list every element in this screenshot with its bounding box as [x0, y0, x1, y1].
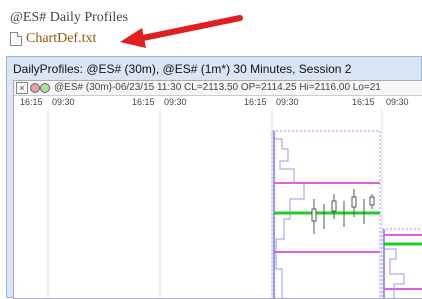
time-label: 16:15 — [352, 97, 375, 107]
green-dot-icon[interactable] — [40, 83, 50, 93]
status-bar: × @ES# (30m)-06/23/15 11:30 CL=2113.50 O… — [14, 81, 422, 96]
profile-plot — [47, 109, 422, 298]
red-arrow-icon — [120, 15, 243, 48]
time-label: 09:30 — [386, 97, 409, 107]
time-label: 16:15 — [20, 97, 43, 107]
window-title: DailyProfiles: @ES# (30m), @ES# (1m*) 30… — [13, 62, 352, 76]
time-label: 16:15 — [132, 97, 155, 107]
time-label: 16:15 — [244, 97, 267, 107]
time-label: 09:30 — [276, 97, 299, 107]
red-dot-icon[interactable] — [30, 83, 40, 93]
status-text: @ES# (30m)-06/23/15 11:30 CL=2113.50 OP=… — [54, 82, 381, 93]
chart-area[interactable]: × @ES# (30m)-06/23/15 11:30 CL=2113.50 O… — [13, 80, 422, 299]
close-icon[interactable]: × — [16, 82, 28, 94]
time-label: 09:30 — [164, 97, 187, 107]
time-axis: 16:15 09:30 16:15 09:30 16:15 09:30 16:1… — [14, 96, 422, 109]
chart-window: DailyProfiles: @ES# (30m), @ES# (1m*) 30… — [6, 56, 422, 299]
time-label: 09:30 — [52, 97, 75, 107]
